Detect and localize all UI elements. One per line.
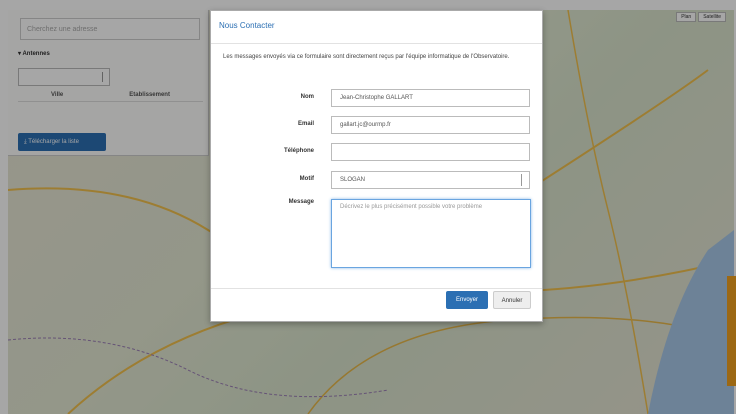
divider	[211, 43, 542, 44]
telephone-input[interactable]	[331, 143, 530, 161]
submit-button[interactable]: Envoyer	[446, 291, 488, 309]
nom-input[interactable]: Jean-Christophe GALLART	[331, 89, 530, 107]
message-textarea[interactable]: Décrivez le plus précisément possible vo…	[331, 199, 531, 268]
motif-selected-value: SLOGAN	[340, 177, 366, 183]
field-row-telephone: Téléphone	[211, 143, 542, 163]
modal-intro-text: Les messages envoyés via ce formulaire s…	[223, 54, 510, 60]
email-input[interactable]: gallart.jc@ourmp.fr	[331, 116, 530, 134]
motif-label: Motif	[299, 176, 314, 182]
email-label: Email	[297, 121, 314, 127]
motif-select[interactable]: SLOGAN	[331, 171, 530, 189]
cancel-button[interactable]: Annuler	[493, 291, 531, 309]
nom-label: Nom	[300, 94, 314, 100]
contact-modal: Nous Contacter Les messages envoyés via …	[210, 10, 543, 322]
chevron-down-icon	[521, 174, 527, 186]
divider	[211, 288, 542, 289]
modal-title: Nous Contacter	[219, 21, 275, 30]
field-row-motif: Motif SLOGAN	[211, 171, 542, 191]
field-row-email: Email gallart.jc@ourmp.fr	[211, 116, 542, 136]
telephone-label: Téléphone	[283, 148, 314, 154]
field-row-nom: Nom Jean-Christophe GALLART	[211, 89, 542, 109]
message-label: Message	[288, 199, 314, 205]
